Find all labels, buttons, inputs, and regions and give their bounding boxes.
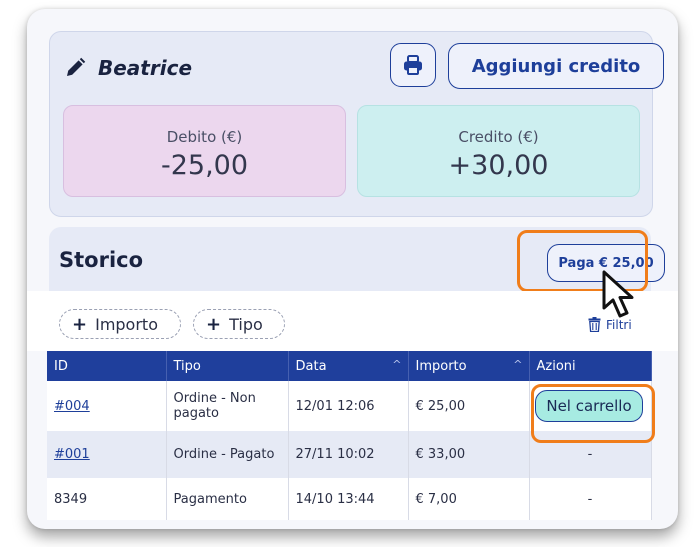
add-amount-filter-chip[interactable]: + Importo	[59, 309, 181, 339]
add-credit-button[interactable]: Aggiungi credito	[448, 43, 664, 89]
in-cart-badge[interactable]: Nel carrello	[535, 390, 643, 422]
trash-icon	[588, 317, 601, 332]
table-row: #004 Ordine - Non pagato 12/01 12:06 € 2…	[47, 381, 652, 431]
credit-value: +30,00	[448, 150, 549, 181]
col-header-date[interactable]: Data ^	[288, 351, 409, 381]
table-row: #001 Ordine - Pagato 27/11 10:02 € 33,00…	[47, 431, 652, 478]
printer-icon	[404, 55, 422, 75]
cell-type: Ordine - Non pagato	[166, 381, 289, 431]
col-header-actions: Azioni	[529, 351, 652, 381]
chip-label-amount: Importo	[95, 314, 158, 334]
pencil-icon[interactable]	[64, 57, 86, 79]
debt-box: Debito (€) -25,00	[63, 105, 346, 197]
cell-amount: € 25,00	[408, 381, 530, 431]
order-link[interactable]: #004	[54, 399, 90, 414]
customer-card: Beatrice Aggiungi credito Debito (€) -25…	[27, 9, 678, 529]
cell-amount: € 33,00	[408, 431, 530, 478]
history-table: ID Tipo Data ^ Importo ^ Azioni #004 Ordin…	[47, 351, 652, 520]
customer-panel: Beatrice Aggiungi credito Debito (€) -25…	[49, 31, 664, 217]
history-title: Storico	[59, 248, 144, 272]
print-button[interactable]	[390, 43, 436, 87]
cell-id: #001	[47, 431, 167, 478]
filters-row: + Importo + Tipo Filtri	[27, 291, 678, 351]
cell-id: 8349	[47, 478, 167, 520]
cell-date: 27/11 10:02	[288, 431, 409, 478]
customer-name-row: Beatrice	[64, 56, 192, 80]
col-header-amount-label: Importo	[415, 358, 467, 374]
plus-icon: +	[206, 313, 222, 335]
cell-actions: -	[529, 478, 652, 520]
cell-id: #004	[47, 381, 167, 431]
sort-icon[interactable]: ^	[392, 358, 401, 371]
cell-date: 12/01 12:06	[288, 381, 409, 431]
cell-date: 14/10 13:44	[288, 478, 409, 520]
order-link[interactable]: #001	[54, 447, 90, 462]
table-header-row: ID Tipo Data ^ Importo ^ Azioni	[47, 351, 652, 381]
mouse-cursor-icon	[602, 270, 634, 318]
debt-value: -25,00	[160, 150, 249, 181]
credit-label: Credito (€)	[458, 128, 539, 146]
debt-label: Debito (€)	[166, 128, 243, 146]
col-header-date-label: Data	[295, 358, 327, 374]
col-header-amount[interactable]: Importo ^	[408, 351, 530, 381]
cell-actions: Nel carrello	[529, 381, 652, 431]
history-header: Storico Paga € 25,00	[49, 227, 665, 291]
card-inner: Beatrice Aggiungi credito Debito (€) -25…	[27, 9, 678, 529]
cell-type: Pagamento	[166, 478, 289, 520]
cell-actions: -	[529, 431, 652, 478]
col-header-type[interactable]: Tipo	[166, 351, 289, 381]
col-header-id[interactable]: ID	[47, 351, 167, 381]
plus-icon: +	[72, 313, 88, 335]
table-row: 8349 Pagamento 14/10 13:44 € 7,00 -	[47, 478, 652, 520]
chip-label-type: Tipo	[229, 314, 263, 334]
customer-name: Beatrice	[98, 56, 193, 80]
sort-icon[interactable]: ^	[513, 358, 522, 371]
cell-amount: € 7,00	[408, 478, 530, 520]
add-type-filter-chip[interactable]: + Tipo	[193, 309, 285, 339]
cell-type: Ordine - Pagato	[166, 431, 289, 478]
credit-box: Credito (€) +30,00	[357, 105, 640, 197]
